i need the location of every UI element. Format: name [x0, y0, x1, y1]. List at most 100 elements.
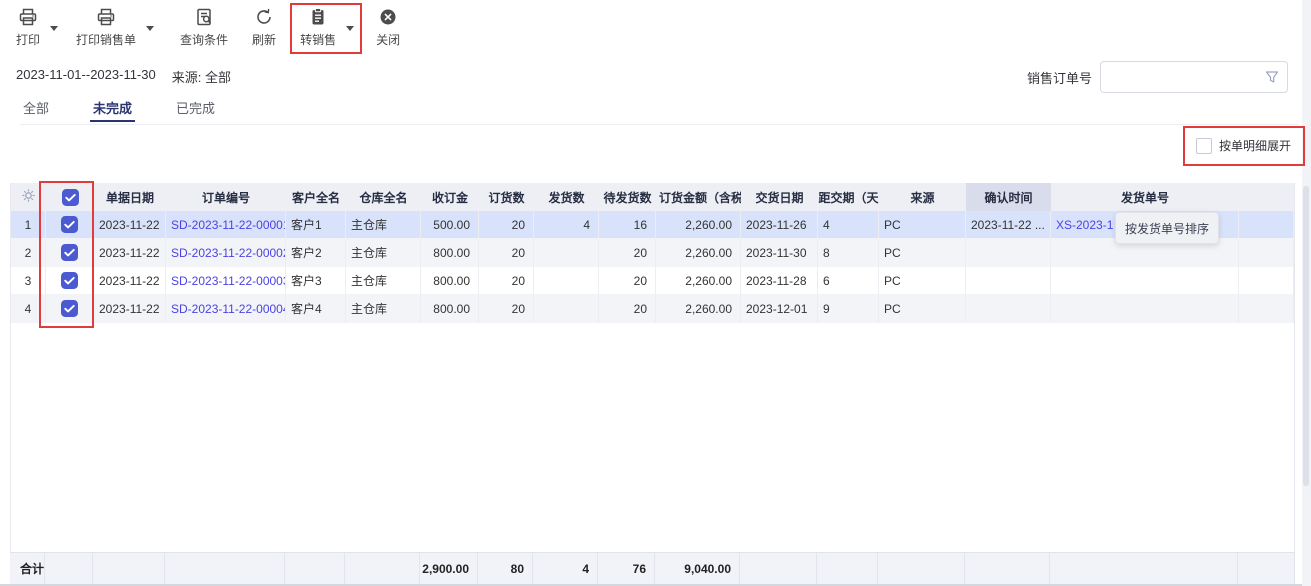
refresh-label: 刷新: [252, 31, 276, 48]
scrollbar-thumb[interactable]: [1303, 186, 1309, 486]
toolbar: 打印 打印销售单 查询条件 刷新: [16, 6, 400, 54]
query-conditions-button[interactable]: 查询条件: [180, 6, 228, 48]
column-header-customer[interactable]: 客户全名: [286, 183, 346, 211]
checkbox-checked-icon: [61, 244, 78, 261]
table-header: 单据日期 订单编号 客户全名 仓库全名 收订金 订货数 发货数 待发货数 订货金…: [11, 183, 1294, 211]
table-row[interactable]: 42023-11-22SD-2023-11-22-00004客户4主仓库800.…: [11, 295, 1294, 323]
summary-cell: [285, 553, 345, 584]
sales-order-no-label: 销售订单号: [1027, 68, 1092, 87]
column-header-order-qty[interactable]: 订货数: [479, 183, 534, 211]
printer-icon: [17, 6, 39, 28]
printer-icon: [95, 6, 117, 28]
table-cell: 20: [599, 267, 656, 295]
table-cell: PC: [879, 211, 966, 239]
table-cell: [1239, 211, 1294, 239]
table-cell: 4: [818, 211, 879, 239]
table-row[interactable]: 12023-11-22SD-2023-11-22-00001客户1主仓库500.…: [11, 211, 1294, 239]
print-sales-order-label: 打印销售单: [76, 31, 136, 48]
table-cell: [966, 239, 1051, 267]
sales-order-filter: 销售订单号: [1027, 61, 1288, 93]
table-row[interactable]: 22023-11-22SD-2023-11-22-00002客户2主仓库800.…: [11, 239, 1294, 267]
print-dropdown-caret-icon[interactable]: [50, 26, 58, 31]
select-all-checkbox[interactable]: [46, 183, 94, 211]
summary-cell: [1050, 553, 1238, 584]
row-checkbox[interactable]: [46, 239, 94, 267]
column-header-shipment-no[interactable]: 发货单号: [1051, 183, 1239, 211]
gear-icon: [20, 187, 37, 207]
row-checkbox[interactable]: [46, 295, 94, 323]
tab-bar: 全部 未完成 已完成: [20, 96, 1299, 125]
convert-to-sale-button[interactable]: 转销售: [300, 6, 336, 48]
column-header-delivery-date[interactable]: 交货日期: [741, 183, 818, 211]
sales-order-no-input[interactable]: [1101, 62, 1287, 92]
grid-body: 12023-11-22SD-2023-11-22-00001客户1主仓库500.…: [11, 211, 1294, 323]
table-cell: 2023-11-22: [94, 211, 166, 239]
table-cell: [534, 239, 599, 267]
sales-order-no-inputwrap: [1100, 61, 1288, 93]
table-cell: 客户1: [286, 211, 346, 239]
table-cell: 2023-11-22 ...: [966, 211, 1051, 239]
table-cell: 主仓库: [346, 239, 421, 267]
table-row[interactable]: 32023-11-22SD-2023-11-22-00003客户3主仓库800.…: [11, 267, 1294, 295]
row-checkbox[interactable]: [46, 267, 94, 295]
orders-table: 单据日期 订单编号 客户全名 仓库全名 收订金 订货数 发货数 待发货数 订货金…: [10, 183, 1295, 552]
vertical-scrollbar[interactable]: [1302, 0, 1311, 586]
table-cell: 16: [599, 211, 656, 239]
table-cell: 主仓库: [346, 295, 421, 323]
convert-to-sale-caret-icon[interactable]: [346, 26, 354, 31]
search-document-icon: [193, 6, 215, 28]
column-header-doc-date[interactable]: 单据日期: [94, 183, 166, 211]
row-number: 3: [11, 267, 46, 295]
column-header-order-no[interactable]: 订单编号: [166, 183, 286, 211]
refresh-button[interactable]: 刷新: [252, 6, 276, 48]
summary-cell: [965, 553, 1050, 584]
row-checkbox[interactable]: [46, 211, 94, 239]
column-header-amount[interactable]: 订货金额（含税: [656, 183, 741, 211]
summary-shipped-qty-total: 4: [533, 553, 598, 584]
order-number-link[interactable]: SD-2023-11-22-00004: [166, 295, 286, 323]
print-sales-order-caret-icon[interactable]: [146, 26, 154, 31]
column-header-days-to-delivery[interactable]: 距交期（天: [818, 183, 879, 211]
close-button[interactable]: 关闭: [376, 6, 400, 48]
table-cell: 800.00: [421, 239, 479, 267]
column-header-deposit[interactable]: 收订金: [421, 183, 479, 211]
column-header-warehouse[interactable]: 仓库全名: [346, 183, 421, 211]
clipboard-icon: [307, 6, 329, 28]
tab-incomplete[interactable]: 未完成: [90, 96, 135, 122]
table-cell: PC: [879, 267, 966, 295]
summary-deposit-total: 2,900.00: [420, 553, 478, 584]
expand-by-detail-option[interactable]: 按单明细展开: [1196, 137, 1291, 154]
column-header-source[interactable]: 来源: [879, 183, 966, 211]
order-number-link[interactable]: SD-2023-11-22-00003: [166, 267, 286, 295]
expand-by-detail-checkbox[interactable]: [1196, 138, 1212, 154]
order-number-link[interactable]: SD-2023-11-22-00002: [166, 239, 286, 267]
summary-cell: [165, 553, 285, 584]
table-cell: 2023-11-28: [741, 267, 818, 295]
table-cell: 6: [818, 267, 879, 295]
table-cell: 20: [599, 295, 656, 323]
summary-cell: [817, 553, 878, 584]
table-cell: 20: [479, 267, 534, 295]
tab-all[interactable]: 全部: [20, 96, 52, 122]
column-header-pending-qty[interactable]: 待发货数: [599, 183, 656, 211]
table-cell: 20: [479, 239, 534, 267]
table-cell: 客户3: [286, 267, 346, 295]
table-cell: [1051, 267, 1239, 295]
summary-cell: [345, 553, 420, 584]
summary-cell: [93, 553, 165, 584]
summary-cell: [878, 553, 965, 584]
table-cell: 2023-12-01: [741, 295, 818, 323]
table-cell: [966, 267, 1051, 295]
column-settings[interactable]: [11, 183, 46, 211]
checkbox-checked-icon: [61, 216, 78, 233]
column-header-confirm-time[interactable]: 确认时间: [966, 183, 1051, 211]
order-number-link[interactable]: SD-2023-11-22-00001: [166, 211, 286, 239]
table-cell: 客户4: [286, 295, 346, 323]
filter-funnel-icon[interactable]: [1264, 69, 1280, 88]
table-cell: [1239, 295, 1294, 323]
column-header-shipped-qty[interactable]: 发货数: [534, 183, 599, 211]
print-sales-order-button[interactable]: 打印销售单: [76, 6, 136, 48]
print-button[interactable]: 打印: [16, 6, 40, 48]
table-cell: 2,260.00: [656, 211, 741, 239]
tab-completed[interactable]: 已完成: [173, 96, 218, 122]
